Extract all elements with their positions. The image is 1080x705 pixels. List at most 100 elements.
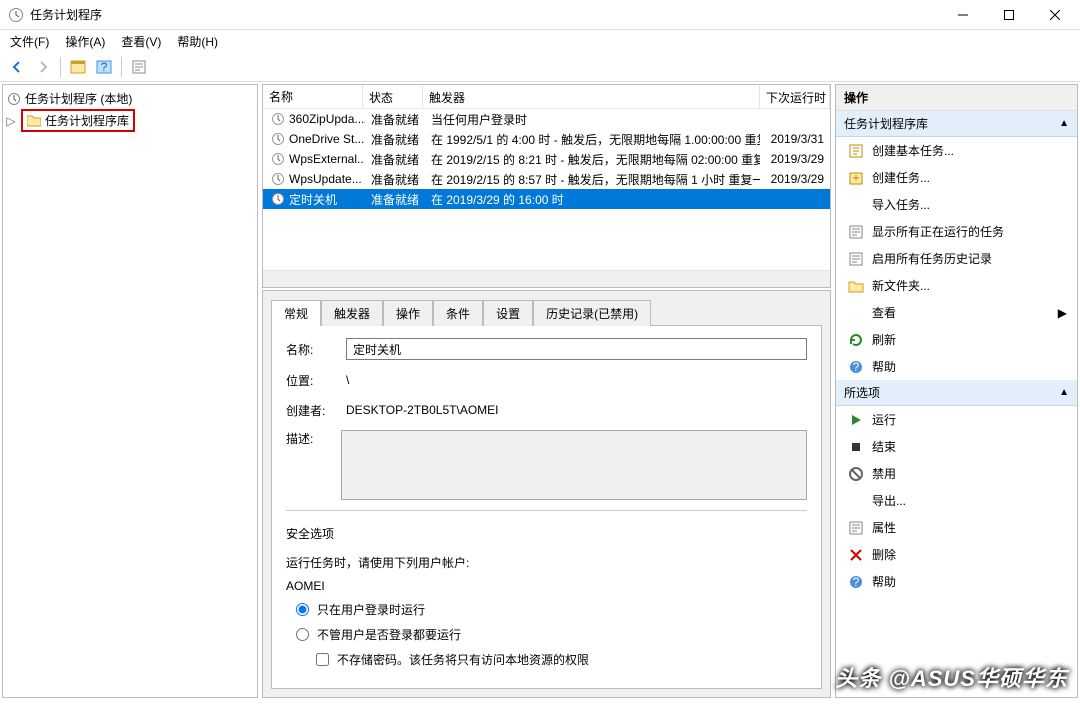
action-item[interactable]: 运行 xyxy=(836,406,1077,433)
tab-general-page: 名称: 位置: \ 创建者: DESKTOP-2TB0L5T\AOMEI 描述:… xyxy=(271,325,822,689)
task-next xyxy=(760,117,830,121)
col-status[interactable]: 状态 xyxy=(363,85,423,108)
separator xyxy=(121,57,122,77)
menu-file[interactable]: 文件(F) xyxy=(4,31,55,52)
forward-button[interactable] xyxy=(32,56,54,78)
divider xyxy=(286,510,807,511)
col-name[interactable]: 名称 xyxy=(263,85,363,108)
tab-triggers[interactable]: 触发器 xyxy=(321,300,383,326)
col-next[interactable]: 下次运行时 xyxy=(760,85,830,108)
properties-toolbar-button[interactable] xyxy=(128,56,150,78)
author-value: DESKTOP-2TB0L5T\AOMEI xyxy=(346,400,807,420)
action-item[interactable]: 禁用 xyxy=(836,460,1077,487)
action-item[interactable]: ?帮助 xyxy=(836,568,1077,595)
horizontal-scrollbar[interactable] xyxy=(263,270,830,287)
main-area: 任务计划程序 (本地) ▷ 任务计划程序库 名称 状态 触发器 下次运行时 36… xyxy=(0,82,1080,700)
action-label: 删除 xyxy=(872,546,896,563)
table-row[interactable]: OneDrive St...准备就绪在 1992/5/1 的 4:00 时 - … xyxy=(263,129,830,149)
back-button[interactable] xyxy=(6,56,28,78)
task-name: OneDrive St... xyxy=(289,132,364,146)
radio-always[interactable] xyxy=(296,628,309,641)
name-field[interactable] xyxy=(346,338,807,360)
task-list-header: 名称 状态 触发器 下次运行时 xyxy=(263,85,830,109)
action-item[interactable]: 查看▶ xyxy=(836,299,1077,326)
clock-icon xyxy=(8,7,24,23)
tab-general[interactable]: 常规 xyxy=(271,300,321,326)
section-selected-title: 所选项 xyxy=(844,384,880,401)
help-toolbar-button[interactable]: ? xyxy=(93,56,115,78)
task-next: 2019/3/31 xyxy=(760,130,830,148)
action-label: 属性 xyxy=(872,519,896,536)
svg-text:?: ? xyxy=(853,360,860,374)
action-item[interactable]: 删除 xyxy=(836,541,1077,568)
task-trigger: 在 2019/2/15 的 8:21 时 - 触发后，无限期地每隔 02:00:… xyxy=(425,149,760,170)
separator xyxy=(60,57,61,77)
action-item[interactable]: 新文件夹... xyxy=(836,272,1077,299)
tree-lib-label: 任务计划程序库 xyxy=(45,112,129,129)
menu-action[interactable]: 操作(A) xyxy=(59,31,111,52)
action-label: 刷新 xyxy=(872,331,896,348)
show-hide-tree-button[interactable] xyxy=(67,56,89,78)
folder-icon xyxy=(27,115,41,127)
col-trigger[interactable]: 触发器 xyxy=(423,85,760,108)
action-icon xyxy=(848,520,864,536)
table-row[interactable]: WpsExternal...准备就绪在 2019/2/15 的 8:21 时 -… xyxy=(263,149,830,169)
action-item[interactable]: ?帮助 xyxy=(836,353,1077,380)
tab-settings[interactable]: 设置 xyxy=(483,300,533,326)
security-prompt: 运行任务时，请使用下列用户帐户: xyxy=(286,554,807,571)
action-item[interactable]: 结束 xyxy=(836,433,1077,460)
action-item[interactable]: 启用所有任务历史记录 xyxy=(836,245,1077,272)
tree-lib[interactable]: ▷ 任务计划程序库 xyxy=(5,108,255,133)
section-lib-title: 任务计划程序库 xyxy=(844,115,928,132)
menu-view[interactable]: 查看(V) xyxy=(115,31,167,52)
tab-conditions[interactable]: 条件 xyxy=(433,300,483,326)
table-row[interactable]: 360ZipUpda...准备就绪当任何用户登录时 xyxy=(263,109,830,129)
action-icon xyxy=(848,224,864,240)
radio-logged-on[interactable] xyxy=(296,603,309,616)
actions-section-lib[interactable]: 任务计划程序库 ▲ xyxy=(836,111,1077,137)
action-item[interactable]: 刷新 xyxy=(836,326,1077,353)
tab-history[interactable]: 历史记录(已禁用) xyxy=(533,300,651,326)
action-item[interactable]: 导出... xyxy=(836,487,1077,514)
table-row[interactable]: 定时关机准备就绪在 2019/3/29 的 16:00 时 xyxy=(263,189,830,209)
action-icon xyxy=(848,547,864,563)
center-pane: 名称 状态 触发器 下次运行时 360ZipUpda...准备就绪当任何用户登录… xyxy=(262,84,831,698)
tree-root-label: 任务计划程序 (本地) xyxy=(25,90,132,107)
action-label: 创建基本任务... xyxy=(872,142,954,159)
clock-icon xyxy=(271,172,285,186)
action-icon xyxy=(848,197,864,213)
tree-root[interactable]: 任务计划程序 (本地) xyxy=(5,89,255,108)
tab-actions[interactable]: 操作 xyxy=(383,300,433,326)
radio-logged-label: 只在用户登录时运行 xyxy=(317,601,425,618)
action-item[interactable]: 创建任务... xyxy=(836,164,1077,191)
name-label: 名称: xyxy=(286,341,334,358)
action-icon: ? xyxy=(848,359,864,375)
action-icon xyxy=(848,332,864,348)
action-item[interactable]: 创建基本任务... xyxy=(836,137,1077,164)
action-label: 启用所有任务历史记录 xyxy=(872,250,992,267)
action-label: 运行 xyxy=(872,411,896,428)
task-trigger: 在 1992/5/1 的 4:00 时 - 触发后，无限期地每隔 1.00:00… xyxy=(425,129,760,150)
action-label: 导入任务... xyxy=(872,196,930,213)
toolbar: ? xyxy=(0,52,1080,82)
svg-text:?: ? xyxy=(853,575,860,589)
maximize-button[interactable] xyxy=(986,0,1032,30)
action-item[interactable]: 属性 xyxy=(836,514,1077,541)
clock-icon xyxy=(7,92,21,106)
menu-help[interactable]: 帮助(H) xyxy=(171,31,224,52)
task-next: 2019/3/29 xyxy=(760,150,830,168)
minimize-button[interactable] xyxy=(940,0,986,30)
action-item[interactable]: 导入任务... xyxy=(836,191,1077,218)
window-title: 任务计划程序 xyxy=(30,6,102,23)
location-label: 位置: xyxy=(286,372,334,389)
close-button[interactable] xyxy=(1032,0,1078,30)
desc-field[interactable] xyxy=(341,430,807,500)
action-icon xyxy=(848,466,864,482)
clock-icon xyxy=(271,192,285,206)
actions-section-selected[interactable]: 所选项 ▲ xyxy=(836,380,1077,406)
action-icon xyxy=(848,412,864,428)
table-row[interactable]: WpsUpdate...准备就绪在 2019/2/15 的 8:57 时 - 触… xyxy=(263,169,830,189)
action-item[interactable]: 显示所有正在运行的任务 xyxy=(836,218,1077,245)
task-name: 360ZipUpda... xyxy=(289,112,364,126)
check-nopass[interactable] xyxy=(316,653,329,666)
